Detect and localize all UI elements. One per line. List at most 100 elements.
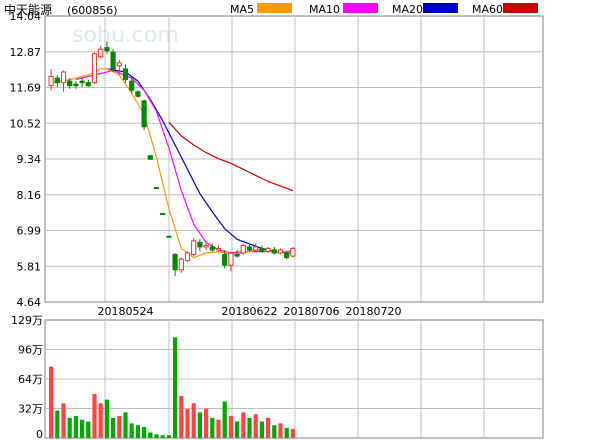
- candle-body: [209, 246, 215, 251]
- legend-ma10-swatch: [343, 3, 378, 13]
- candle: [60, 70, 67, 92]
- volume-tick-label: 0: [36, 428, 43, 440]
- price-tick-label: 14.04: [10, 10, 42, 23]
- candle: [197, 239, 203, 252]
- volume-bar: [216, 419, 221, 438]
- volume-bar: [104, 399, 109, 438]
- ma60-layer: [168, 121, 294, 192]
- price-tick-label: 11.69: [10, 82, 42, 95]
- volume-bar: [98, 403, 103, 438]
- candle-body: [60, 71, 67, 84]
- volume-bar: [235, 421, 240, 438]
- volume-bar: [185, 408, 190, 438]
- candle-body: [48, 76, 54, 87]
- volume-bar: [204, 408, 209, 438]
- volume-bar: [73, 416, 78, 438]
- stock-chart: 中天能源 (600856) MA5 MA10 MA20 MA60 sohu.co…: [4, 2, 544, 440]
- volume-bar: [67, 417, 72, 438]
- ma20-layer: [106, 68, 293, 254]
- candle-body: [197, 241, 203, 248]
- candle-body: [67, 80, 73, 87]
- ma10-line: [75, 69, 293, 254]
- legend-ma5-swatch: [257, 3, 292, 13]
- volume-tick-label: 32万: [18, 403, 43, 416]
- volume-bar: [266, 417, 271, 438]
- candle-body: [234, 254, 240, 257]
- candle-body: [203, 244, 209, 248]
- volume-bar: [166, 435, 171, 438]
- candle-body: [246, 246, 253, 251]
- candle-body: [253, 246, 259, 251]
- ma60-line: [168, 121, 294, 192]
- volume-bar: [290, 428, 295, 438]
- price-tick-label: 9.34: [17, 153, 42, 166]
- volume-bar: [142, 427, 147, 438]
- price-tick-label: 10.52: [10, 117, 42, 130]
- candle: [290, 246, 296, 258]
- candle-body: [259, 247, 265, 252]
- volume-bar: [92, 394, 97, 438]
- candle-body: [160, 212, 166, 215]
- volume-bar: [247, 417, 252, 438]
- watermark: sohu.com: [72, 23, 179, 48]
- candle: [284, 251, 290, 260]
- candle-body: [147, 155, 153, 160]
- candle: [110, 49, 116, 72]
- date-label: 20180706: [284, 305, 340, 318]
- candle-body: [91, 53, 98, 84]
- price-tick-label: 12.87: [10, 46, 42, 59]
- candle: [91, 52, 98, 85]
- volume-tick-label: 129万: [11, 314, 43, 327]
- candle: [160, 212, 166, 215]
- date-label: 20180622: [222, 305, 278, 318]
- volume-bar: [154, 434, 159, 438]
- candle: [135, 90, 141, 98]
- legend-ma20-label: MA20: [392, 3, 423, 16]
- stock-code: (600856): [67, 4, 118, 17]
- candle-body: [178, 258, 184, 271]
- ma5-layer: [51, 68, 293, 259]
- candle-body: [110, 51, 116, 70]
- volume-bar: [123, 412, 128, 438]
- volume-bar: [86, 421, 91, 438]
- candle-body: [129, 80, 135, 91]
- ma10-layer: [75, 69, 293, 254]
- candle-body: [116, 62, 122, 67]
- candle: [277, 248, 284, 255]
- legend-ma5-label: MA5: [230, 3, 254, 16]
- candle-body: [172, 254, 178, 271]
- volume-bar: [253, 414, 258, 438]
- candle: [271, 246, 277, 255]
- legend-ma60-swatch: [503, 3, 538, 13]
- date-label: 20180720: [346, 305, 402, 318]
- candle-body: [153, 187, 160, 190]
- candle-body: [166, 235, 172, 238]
- volume-bar: [179, 395, 184, 438]
- price-tick-label: 8.16: [17, 189, 42, 202]
- date-label: 20180524: [98, 305, 154, 318]
- volume-tick-label: 96万: [18, 344, 43, 357]
- candle-body: [191, 240, 197, 256]
- candle-body: [85, 82, 91, 87]
- price-tick-label: 4.64: [17, 296, 42, 309]
- volume-bar: [55, 410, 60, 438]
- volume-bar: [284, 427, 289, 438]
- candle: [172, 253, 178, 276]
- volume-bar: [80, 419, 85, 438]
- ma20-line: [106, 68, 293, 254]
- volume-bar: [117, 416, 122, 438]
- candle: [141, 99, 147, 130]
- candle-body: [98, 48, 104, 58]
- volume-bar: [228, 416, 233, 438]
- candle: [178, 257, 184, 273]
- candle-body: [284, 252, 290, 259]
- volume-bar: [148, 432, 153, 438]
- candle-body: [73, 83, 79, 87]
- price-tick-label: 6.99: [17, 225, 42, 238]
- candle-body: [141, 100, 147, 128]
- candle: [265, 246, 271, 254]
- candle: [259, 245, 265, 254]
- candle-body: [265, 247, 271, 252]
- volume-bar: [129, 423, 134, 438]
- volume-bar: [210, 417, 215, 438]
